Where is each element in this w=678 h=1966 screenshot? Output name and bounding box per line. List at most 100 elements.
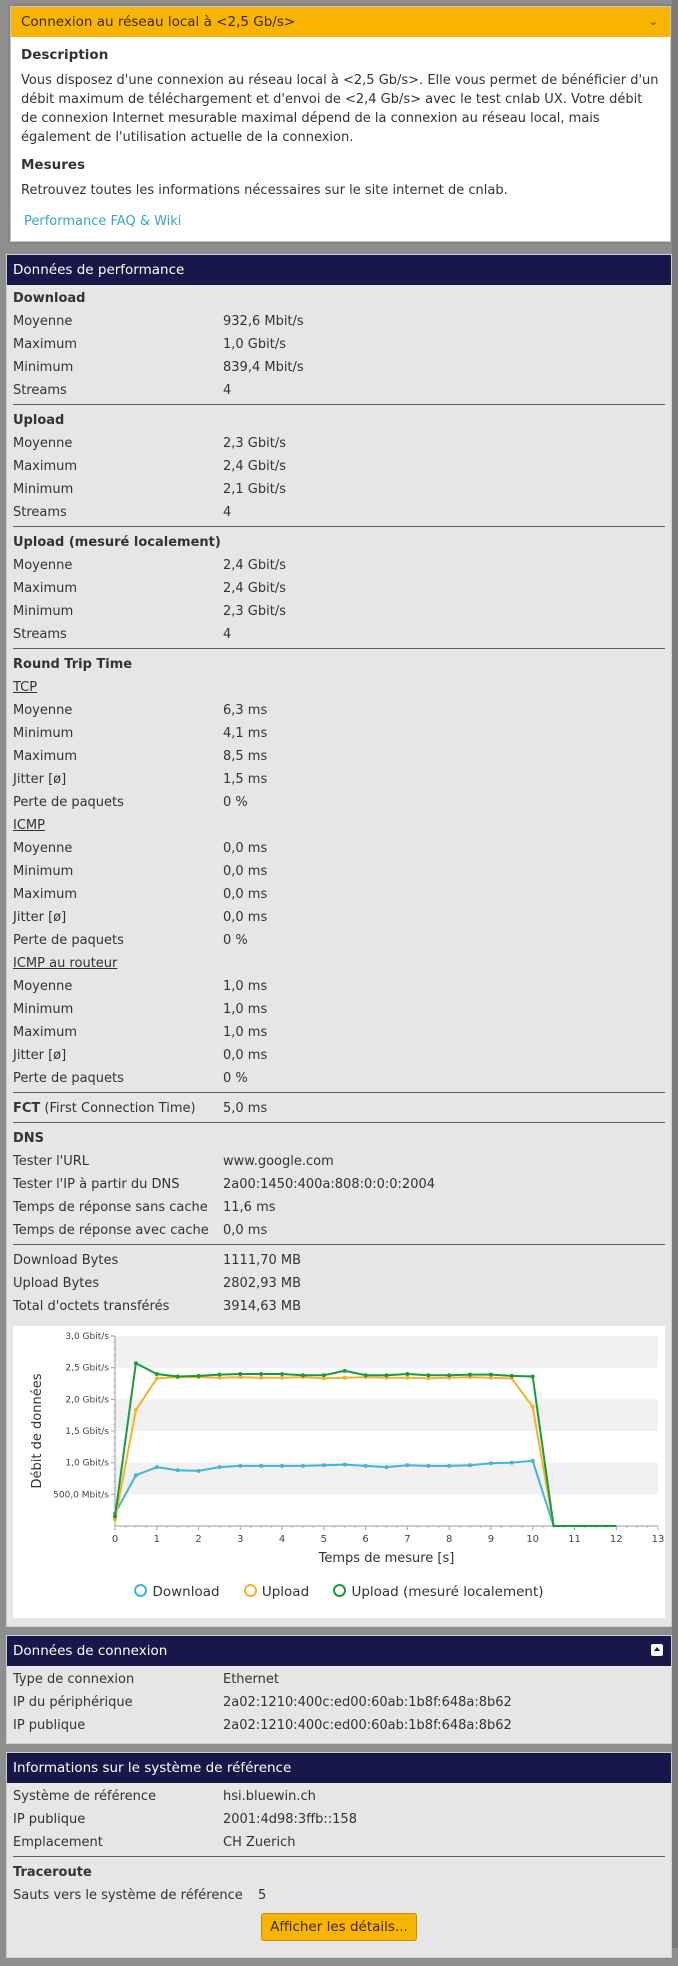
data-point [426, 1463, 431, 1468]
collapse-icon[interactable] [651, 1644, 663, 1656]
data-point [342, 1375, 347, 1380]
subsection-title: TCP [13, 680, 38, 695]
row-label: Download Bytes [13, 1253, 119, 1268]
data-row: Jitter [ø] 0,0 ms [13, 1044, 665, 1067]
data-point [280, 1372, 285, 1376]
data-row: Streams 4 [13, 501, 665, 524]
scrollbar[interactable] [672, 0, 678, 1948]
row-value: 0,0 ms [223, 1223, 268, 1238]
row-value: 2a00:1450:400a:808:0:0:0:2004 [223, 1177, 436, 1192]
y-tick-label: 500,0 Mbit/s [53, 1490, 109, 1500]
subsection-title: ICMP [13, 818, 45, 833]
row-value: 5,0 ms [223, 1101, 268, 1116]
row-value: 1,5 ms [223, 772, 268, 787]
upload-local-section: Upload (mesuré localement) Moyenne 2,4 Gb… [13, 531, 665, 649]
y-tick-label: 2,5 Gbit/s [65, 1364, 109, 1374]
data-point [509, 1460, 514, 1465]
row-label: Moyenne [13, 558, 73, 573]
data-row: Jitter [ø] 0,0 ms [13, 906, 665, 929]
reference-panel: Informations sur le système de référence… [6, 1752, 672, 1958]
connection-info-accordion: Connexion au réseau local à <2,5 Gb/s> ⌄… [10, 6, 671, 242]
row-label: Minimum [13, 864, 74, 879]
data-point [468, 1463, 473, 1468]
panel-title: Données de connexion [13, 1643, 168, 1659]
data-row: Download Bytes 1111,70 MB [13, 1249, 665, 1272]
legend-item-upload[interactable]: Upload [243, 1584, 310, 1600]
subsection-title: ICMP au routeur [13, 956, 118, 971]
row-label: Minimum [13, 482, 74, 497]
data-point [342, 1368, 347, 1373]
data-row: Perte de paquets 0 % [13, 791, 665, 814]
data-point [321, 1373, 326, 1378]
data-point [238, 1372, 243, 1376]
row-value: 1111,70 MB [223, 1253, 302, 1268]
accordion-header[interactable]: Connexion au réseau local à <2,5 Gb/s> ⌄ [11, 7, 670, 37]
data-row: Minimum 2,3 Gbit/s [13, 600, 665, 623]
data-row: Upload Bytes 2802,93 MB [13, 1272, 665, 1295]
x-tick-label: 10 [526, 1534, 539, 1545]
panel-header: Informations sur le système de référence [7, 1753, 671, 1783]
data-point [238, 1463, 243, 1468]
row-value: 2a02:1210:400c:ed00:60ab:1b8f:648a:8b62 [223, 1718, 512, 1733]
chart-svg: 500,0 Mbit/s 1,0 Gbit/s 1,5 Gbit/s 2,0 Gbit… [30, 1332, 664, 1566]
data-point [259, 1372, 264, 1376]
row-label: Maximum [13, 887, 78, 902]
performance-faq-link[interactable]: Performance FAQ & Wiki [24, 214, 660, 229]
x-tick-label: 9 [488, 1534, 494, 1545]
row-value: 932,6 Mbit/s [223, 314, 304, 329]
description-heading: Description [21, 47, 109, 63]
section-title: Traceroute [13, 1865, 92, 1880]
data-point [384, 1373, 389, 1378]
row-label: Perte de paquets [13, 1071, 124, 1086]
grid-band [115, 1336, 658, 1368]
row-value: 2,3 Gbit/s [223, 436, 286, 451]
data-point [280, 1463, 285, 1468]
grid-band [115, 1399, 658, 1431]
data-point [217, 1372, 222, 1377]
data-row: IP publique 2001:4d98:3ffb::158 [13, 1808, 665, 1831]
legend-item-upload-local[interactable]: Upload (mesuré localement) [333, 1584, 544, 1600]
reference-section: Système de référence hsi.bluewin.ch IP pub… [13, 1785, 665, 1857]
row-value: CH Zuerich [223, 1835, 296, 1850]
data-point [405, 1372, 410, 1376]
data-row: Streams 4 [13, 379, 665, 402]
data-point [363, 1373, 368, 1378]
row-value: 1,0 ms [223, 1002, 268, 1017]
row-value: 2,4 Gbit/s [223, 459, 286, 474]
data-row: Minimum 4,1 ms [13, 722, 665, 745]
row-label: Maximum [13, 581, 78, 596]
row-label: Jitter [ø] [13, 772, 67, 787]
data-point [280, 1375, 285, 1380]
data-point [259, 1463, 264, 1468]
data-row: Tester l'URL www.google.com [13, 1150, 665, 1173]
chart-legend: Download Upload Upload (mesuré localemen… [13, 1584, 665, 1600]
row-label: Emplacement [13, 1835, 103, 1850]
accordion-title: Connexion au réseau local à <2,5 Gb/s> [21, 14, 296, 30]
show-details-button[interactable]: Afficher les détails... [261, 1913, 417, 1941]
page: Connexion au réseau local à <2,5 Gb/s> ⌄… [6, 0, 672, 1966]
row-value: 2,4 Gbit/s [223, 558, 286, 573]
panel-header: Données de connexion [7, 1636, 671, 1666]
y-tick-label: 2,0 Gbit/s [65, 1395, 109, 1405]
row-label: Upload Bytes [13, 1276, 100, 1291]
measures-text: Retrouvez toutes les informations nécess… [21, 183, 508, 198]
data-row: Minimum 2,1 Gbit/s [13, 478, 665, 501]
legend-label: Upload [261, 1584, 310, 1600]
data-row: Minimum 0,0 ms [13, 860, 665, 883]
legend-item-download[interactable]: Download [134, 1584, 220, 1600]
row-label: Minimum [13, 360, 74, 375]
row-label: Système de référence [13, 1789, 157, 1804]
data-row: Total d'octets transférés 3914,63 MB [13, 1295, 665, 1318]
data-row: Moyenne 0,0 ms [13, 837, 665, 860]
download-section: Download Moyenne 932,6 Mbit/s Maximum 1,0 G… [13, 287, 665, 405]
row-value: 11,6 ms [223, 1200, 276, 1215]
data-point [488, 1461, 493, 1466]
row-label: Moyenne [13, 436, 73, 451]
x-tick-label: 6 [362, 1534, 368, 1545]
section-title: Upload (mesuré localement) [13, 535, 221, 550]
data-point [175, 1374, 180, 1379]
row-label: Sauts vers le système de référence [13, 1888, 243, 1903]
data-row: Moyenne 2,3 Gbit/s [13, 432, 665, 455]
chevron-down-icon[interactable]: ⌄ [649, 7, 658, 37]
row-label: Total d'octets transférés [13, 1299, 170, 1314]
